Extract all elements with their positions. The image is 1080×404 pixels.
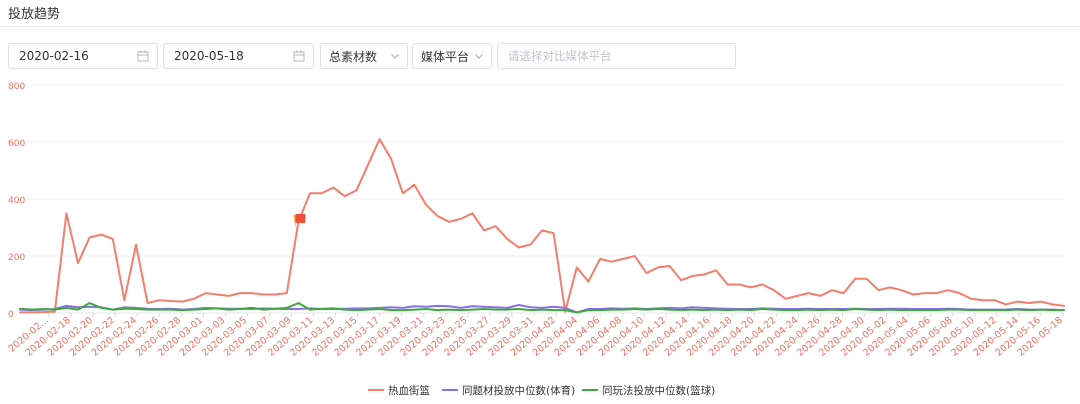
x-tick-label: 2020-02-20: [46, 315, 95, 359]
compare-platform-input[interactable]: 请选择对比媒体平台: [497, 43, 736, 69]
x-tick-label: 2020-04-30: [817, 315, 866, 359]
x-tick-label: 2020-03-09: [244, 315, 293, 359]
x-tick-label: 2020-02-22: [68, 315, 117, 359]
section-title: 投放趋势: [8, 7, 61, 22]
y-tick-label: 200: [8, 253, 25, 263]
x-tick-label: 2020-04-04: [531, 315, 580, 359]
x-tick-label: 2020-05-08: [905, 315, 954, 359]
y-tick-label: 0: [8, 310, 14, 320]
marker-pin: [293, 214, 299, 227]
x-tick-label: 2020-03-13: [288, 315, 337, 359]
calendar-icon: [293, 50, 305, 65]
x-tick-label: 2020-05-04: [861, 315, 910, 359]
x-tick-label: 2020-03-05: [200, 315, 249, 359]
x-tick-label: 2020-03-21: [376, 315, 425, 359]
legend-label: 同玩法投放中位数(篮球): [602, 384, 715, 397]
x-tick-label: 2020-04-26: [773, 315, 822, 359]
divider: [0, 26, 1080, 27]
x-tick-label: 2020-02-26: [112, 315, 161, 359]
x-tick-label: 2020-04-08: [575, 315, 624, 359]
metric-select-value: 总素材数: [329, 49, 378, 64]
x-tick-label: 2020-04-06: [553, 315, 602, 359]
metric-select[interactable]: 总素材数: [320, 43, 408, 69]
x-tick-label: 2020-02-24: [90, 315, 139, 359]
x-tick-label: 2020-04-12: [619, 315, 668, 359]
series-line: [19, 304, 1065, 314]
start-date-value: 2020-02-16: [19, 49, 89, 63]
x-tick-label: 2020-03-27: [442, 315, 491, 359]
x-tick-label: 2020-02-18: [24, 315, 73, 359]
x-tick-label: 2020-05-10: [927, 315, 976, 359]
x-tick-label: 2020-05-06: [883, 315, 932, 359]
x-tick-label: 2020-02...: [7, 315, 51, 355]
x-tick-label: 2020-03-17: [332, 315, 381, 359]
x-tick-label: 2020-03-19: [354, 315, 403, 359]
x-tick-label: 2020-04-18: [685, 315, 734, 359]
chevron-down-icon: [474, 50, 484, 64]
x-tick-label: 2020-05-18: [1016, 315, 1065, 359]
x-tick-label: 2020-05-14: [971, 315, 1020, 359]
x-tick-label: 2020-03-01: [156, 315, 205, 359]
y-tick-label: 800: [8, 82, 25, 92]
x-tick-label: 2020-03-15: [310, 315, 359, 359]
y-tick-label: 400: [8, 196, 25, 206]
x-tick-label: 2020-05-12: [949, 315, 998, 359]
x-tick-label: 2020-05-02: [839, 315, 888, 359]
x-tick-label: 2020-04-22: [729, 315, 778, 359]
x-tick-label: 2020-04-02: [509, 315, 558, 359]
x-tick-label: 2020-03-25: [420, 315, 469, 359]
series-line: [19, 302, 1065, 314]
x-tick-label: 2020-04-28: [795, 315, 844, 359]
x-tick-label: 2020-04-24: [751, 315, 800, 359]
x-tick-label: 2020-05-16: [994, 315, 1043, 359]
start-date-picker[interactable]: 2020-02-16: [8, 43, 158, 69]
legend-label: 同题材投放中位数(体育): [462, 384, 575, 397]
calendar-icon: [137, 50, 149, 65]
x-tick-label: 2020-04-16: [663, 315, 712, 359]
series-line: [19, 138, 1065, 314]
legend-label: 热血街篮: [388, 384, 430, 397]
x-tick-label: 2020-04-20: [707, 315, 756, 359]
y-tick-label: 600: [8, 139, 25, 149]
end-date-value: 2020-05-18: [174, 49, 244, 63]
x-tick-label: 2020-02-28: [134, 315, 183, 359]
compare-platform-placeholder: 请选择对比媒体平台: [508, 49, 612, 63]
x-tick-label: 2020-03-03: [178, 315, 227, 359]
x-tick-label: 2020-03-23: [398, 315, 447, 359]
platform-select-value: 媒体平台: [421, 49, 470, 64]
chevron-down-icon: [390, 50, 400, 64]
x-tick-label: 2020-04-14: [641, 315, 690, 359]
end-date-picker[interactable]: 2020-05-18: [163, 43, 314, 69]
x-tick-label: 2020-04-10: [597, 315, 646, 359]
x-tick-label: 2020-03-31: [487, 315, 536, 359]
x-tick-label: 2020-03-07: [222, 315, 271, 359]
marker-flag: [295, 213, 306, 223]
platform-select[interactable]: 媒体平台: [412, 43, 492, 69]
x-tick-label: 2020-03-11: [266, 315, 315, 359]
x-tick-label: 2020-03-29: [464, 315, 513, 359]
